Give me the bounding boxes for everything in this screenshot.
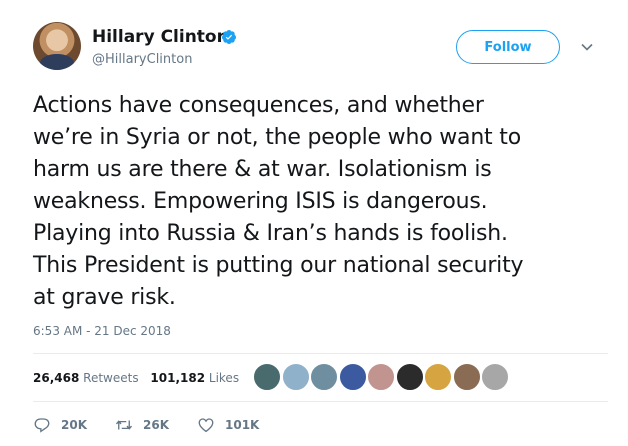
follow-button[interactable]: Follow <box>456 30 560 64</box>
likes-label: Likes <box>208 371 240 385</box>
tweet-text: Actions have consequences, and whether w… <box>33 93 524 310</box>
liker-avatar[interactable] <box>310 363 338 391</box>
retweets-label: Retweets <box>83 371 139 385</box>
heart-icon <box>198 418 214 433</box>
likes-count: 101,182 <box>150 371 206 385</box>
reply-icon <box>34 418 50 433</box>
divider <box>33 353 608 354</box>
liker-avatar[interactable] <box>395 363 424 391</box>
tweet-card: Hillary Clinton @HillaryClinton Follow A… <box>0 0 628 446</box>
liker-avatar[interactable] <box>281 363 310 391</box>
verified-badge-icon <box>221 30 236 44</box>
retweet-icon <box>115 420 133 430</box>
liker-avatar[interactable] <box>338 363 367 391</box>
divider <box>33 401 608 402</box>
author-name[interactable]: Hillary Clinton <box>92 27 229 47</box>
liker-avatar[interactable] <box>367 363 395 391</box>
avatar[interactable] <box>33 22 81 70</box>
liker-avatar[interactable] <box>424 363 452 391</box>
reply-count: 20K <box>61 418 87 432</box>
author-handle[interactable]: @HillaryClinton <box>92 52 192 67</box>
like-count: 101K <box>225 418 260 432</box>
liker-avatar[interactable] <box>452 363 481 391</box>
retweets-count: 26,468 <box>33 371 80 385</box>
reply-button[interactable]: 20K <box>33 415 87 435</box>
likes-stat[interactable]: 101,182 Likes <box>150 371 239 385</box>
retweets-stat[interactable]: 26,468 Retweets <box>33 371 139 385</box>
liker-avatar[interactable] <box>481 363 509 391</box>
retweet-count: 26K <box>143 418 169 432</box>
chevron-down-icon[interactable] <box>580 40 594 54</box>
tweet-timestamp[interactable]: 6:53 AM - 21 Dec 2018 <box>33 324 171 338</box>
tweet-stats: 26,468 Retweets 101,182 Likes <box>33 371 239 385</box>
like-button[interactable]: 101K <box>197 415 259 435</box>
retweet-button[interactable]: 26K <box>115 415 169 435</box>
liker-avatar[interactable] <box>253 363 281 391</box>
